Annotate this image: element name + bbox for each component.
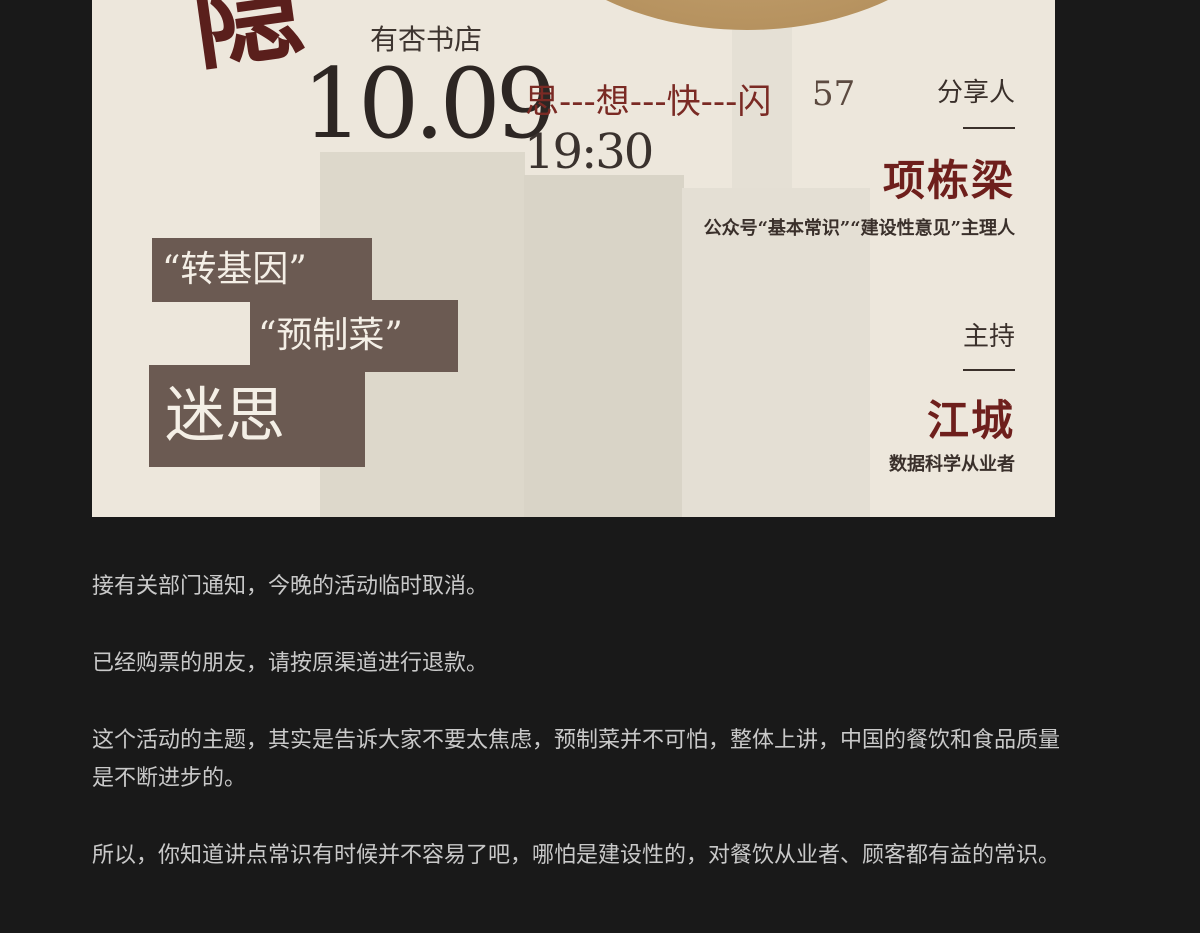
article-paragraph: 接有关部门通知，今晚的活动临时取消。 [92, 574, 489, 599]
speaker-block: 分享人 项栋梁 公众号“基本常识”“建设性意见”主理人 [704, 72, 1015, 240]
topic-tag-gmo: “转基因” [152, 238, 372, 302]
poster-logo-calligraphy: 隐 [183, 0, 311, 87]
article-paragraph: 所以，你知道讲点常识有时候并不容易了吧，哪怕是建设性的，对餐饮从业者、顾客都有益… [92, 843, 1061, 868]
host-description: 数据科学从业者 [889, 454, 1015, 475]
event-time: 19:30 [524, 124, 654, 180]
article-body: 接有关部门通知，今晚的活动临时取消。 已经购票的朋友，请按原渠道进行退款。 这个… [92, 568, 1060, 914]
article-paragraph: 这个活动的主题，其实是告诉大家不要太焦虑，预制菜并不可怕，整体上讲，中国的餐饮和… [92, 728, 1061, 791]
speaker-description: 公众号“基本常识”“建设性意见”主理人 [703, 218, 1015, 239]
event-poster-image[interactable]: 隐 有杏书店 10.09 思---想---快---闪 57 19:30 分享人 … [92, 0, 1055, 517]
host-role-label: 主持 [962, 322, 1015, 352]
divider [963, 127, 1015, 129]
speaker-role-label: 分享人 [936, 78, 1015, 108]
host-block: 主持 江城 数据科学从业者 [889, 316, 1015, 476]
divider [963, 369, 1015, 371]
speaker-name: 项栋梁 [882, 156, 1015, 205]
event-date: 10.09 [302, 48, 557, 160]
host-name: 江城 [926, 396, 1015, 445]
topic-tag-prepared-food: “预制菜” [250, 300, 458, 372]
poster-decor-block [524, 175, 684, 517]
article-paragraph: 已经购票的朋友，请按原渠道进行退款。 [92, 651, 489, 676]
poster-gold-disc [512, 0, 982, 30]
topic-tag-myths: 迷思 [149, 365, 365, 467]
